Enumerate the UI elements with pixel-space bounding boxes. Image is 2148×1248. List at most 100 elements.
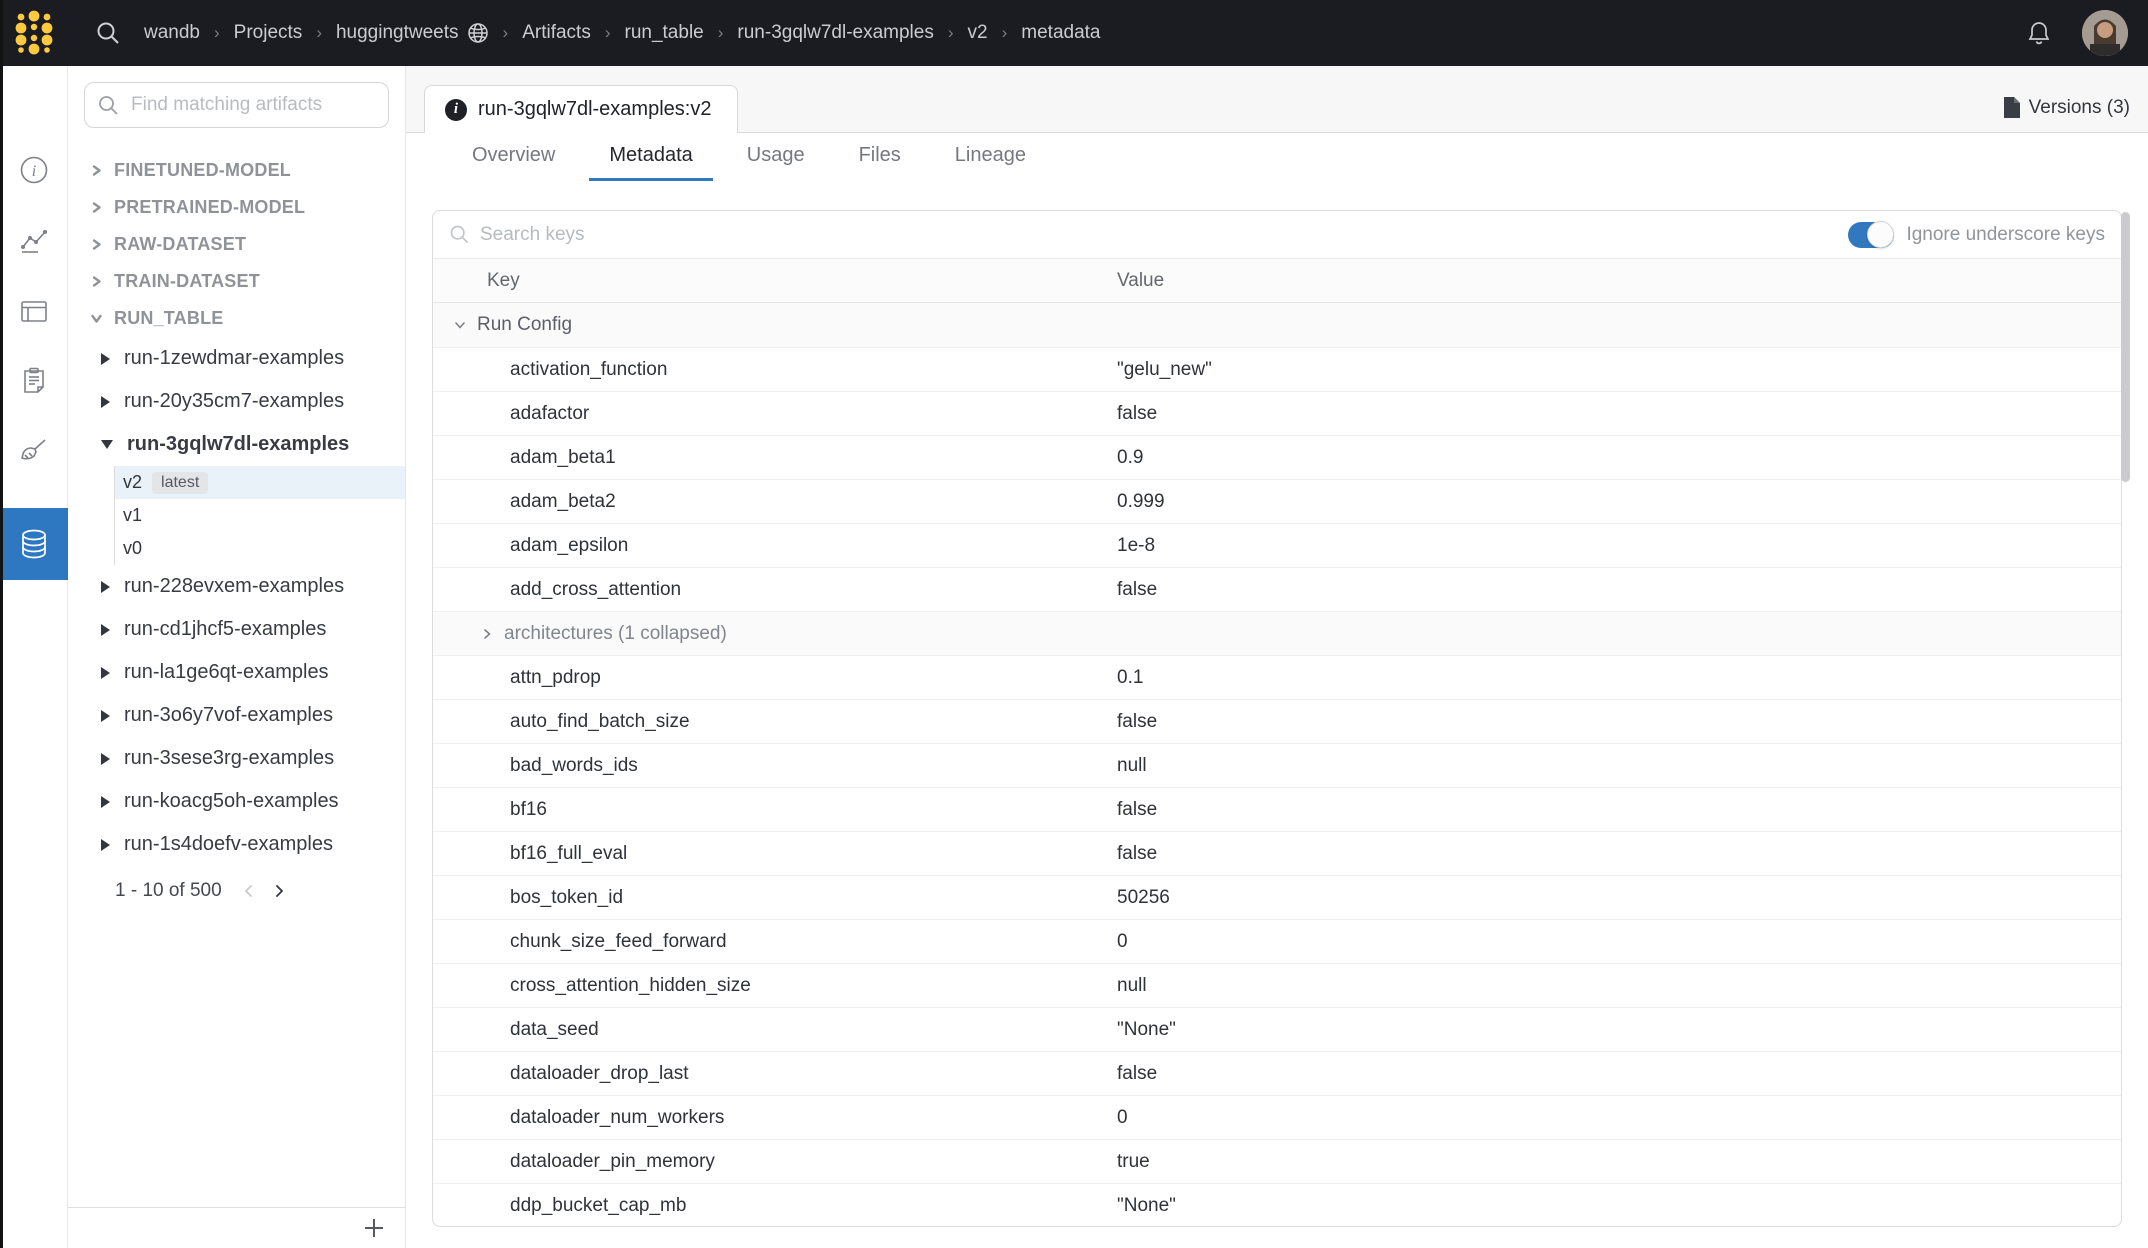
tab-overview[interactable]: Overview [452,133,575,181]
latest-badge: latest [152,472,208,494]
artifact-tab-label: run-3gqlw7dl-examples:v2 [478,98,711,121]
breadcrumb-item[interactable]: run_table [625,22,704,44]
user-avatar[interactable] [2082,10,2128,56]
breadcrumb-separator: › [605,23,611,43]
wandb-logo-icon[interactable] [0,0,68,66]
disclosure-triangle-icon [101,440,113,449]
sidebar-run-item[interactable]: run-1zewdmar-examples [68,337,405,380]
sidebar-category-pretrained-model[interactable]: PRETRAINED-MODEL [68,189,405,226]
metadata-panel: Ignore underscore keys Key Value Run Con… [432,210,2122,1227]
sidebar-footer [68,1207,405,1248]
version-item-v2[interactable]: v2 latest [115,466,405,499]
table-row: auto_find_batch_sizefalse [433,699,2121,743]
chevron-right-icon [90,164,103,177]
artifact-tree: FINETUNED-MODEL PRETRAINED-MODEL RAW-DAT… [68,144,405,1207]
sidebar-run-item[interactable]: run-3o6y7vof-examples [68,694,405,737]
scrollbar-thumb[interactable] [2121,212,2130,482]
tab-metadata[interactable]: Metadata [589,133,712,181]
table-group-row[interactable]: architectures (1 collapsed) [433,611,2121,655]
table-row: dataloader_pin_memorytrue [433,1139,2121,1183]
breadcrumb-separator: › [503,23,509,43]
pagination-prev-icon[interactable] [234,876,264,906]
search-icon [97,94,120,117]
chart-icon[interactable] [0,211,68,271]
artifact-search-input[interactable] [84,82,389,128]
breadcrumb-item[interactable]: Projects [234,22,303,44]
table-row: adafactorfalse [433,391,2121,435]
panel-grid-icon[interactable] [0,281,68,341]
version-list: v2 latest v1 v0 [114,466,405,565]
broom-icon[interactable] [0,421,68,481]
sidebar-category-raw-dataset[interactable]: RAW-DATASET [68,226,405,263]
table-header: Key Value [433,259,2121,303]
sidebar-category-finetuned-model[interactable]: FINETUNED-MODEL [68,152,405,189]
sidebar-run-item[interactable]: run-cd1jhcf5-examples [68,608,405,651]
versions-button[interactable]: Versions (3) [2003,66,2130,133]
toggle-knob [1867,221,1894,248]
artifact-detail-tabs: Overview Metadata Usage Files Lineage [406,133,2148,181]
left-icon-rail: i [0,66,68,1248]
artifact-version-tab[interactable]: i run-3gqlw7dl-examples:v2 [424,85,738,133]
disclosure-triangle-icon [101,796,110,808]
sidebar-run-item[interactable]: run-1s4doefv-examples [68,823,405,866]
table-row: bad_words_idsnull [433,743,2121,787]
sidebar-pagination: 1 - 10 of 500 [115,876,405,906]
pagination-label: 1 - 10 of 500 [115,880,222,902]
breadcrumb-item[interactable]: huggingtweets [336,22,489,44]
table-row: activation_function"gelu_new" [433,347,2121,391]
table-group-row[interactable]: Run Config [433,303,2121,347]
global-search-icon[interactable] [86,11,130,55]
tab-usage[interactable]: Usage [727,133,825,181]
version-item-v1[interactable]: v1 [115,499,405,532]
table-row: ddp_bucket_cap_mb"None" [433,1183,2121,1227]
disclosure-triangle-icon [101,667,110,679]
tab-files[interactable]: Files [839,133,921,181]
disclosure-triangle-icon [101,710,110,722]
notifications-bell-icon[interactable] [2022,16,2056,50]
toggle-switch[interactable] [1848,222,1894,248]
breadcrumb-item[interactable]: v2 [968,22,988,44]
breadcrumb-separator: › [214,23,220,43]
column-header-key: Key [433,270,1117,292]
disclosure-triangle-icon [101,839,110,851]
sidebar-category-run-table[interactable]: RUN_TABLE [68,300,405,337]
disclosure-triangle-icon [101,353,110,365]
chevron-right-icon [480,627,494,641]
breadcrumb-item[interactable]: wandb [144,22,200,44]
table-row: add_cross_attentionfalse [433,567,2121,611]
database-icon[interactable] [0,508,68,580]
chevron-right-icon [90,275,103,288]
chevron-right-icon [90,201,103,214]
breadcrumb-item[interactable]: run-3gqlw7dl-examples [737,22,933,44]
sidebar-run-item[interactable]: run-20y35cm7-examples [68,380,405,423]
disclosure-triangle-icon [101,624,110,636]
breadcrumb-separator: › [948,23,954,43]
pagination-next-icon[interactable] [264,876,294,906]
clipboard-icon[interactable] [0,351,68,411]
breadcrumb-item[interactable]: Artifacts [522,22,591,44]
table-row: cross_attention_hidden_sizenull [433,963,2121,1007]
sidebar-category-train-dataset[interactable]: TRAIN-DATASET [68,263,405,300]
table-row: dataloader_num_workers0 [433,1095,2121,1139]
sidebar-run-item[interactable]: run-228evxem-examples [68,565,405,608]
version-item-v0[interactable]: v0 [115,532,405,565]
table-row: dataloader_drop_lastfalse [433,1051,2121,1095]
toggle-label: Ignore underscore keys [1906,224,2105,246]
tab-lineage[interactable]: Lineage [935,133,1046,181]
sidebar-run-item-selected[interactable]: run-3gqlw7dl-examples [68,423,405,466]
sidebar-run-item[interactable]: run-koacg5oh-examples [68,780,405,823]
breadcrumb-separator: › [718,23,724,43]
metadata-search-input[interactable] [480,224,1848,246]
sidebar-run-item[interactable]: run-3sese3rg-examples [68,737,405,780]
breadcrumb: wandb › Projects › huggingtweets › Artif… [144,22,1101,44]
info-icon[interactable]: i [0,140,68,200]
breadcrumb-item[interactable]: metadata [1021,22,1100,44]
breadcrumb-separator: › [1002,23,1008,43]
globe-icon [467,22,489,44]
disclosure-triangle-icon [101,581,110,593]
ignore-underscore-toggle[interactable]: Ignore underscore keys [1848,222,2105,248]
add-artifact-plus-icon[interactable] [359,1213,389,1243]
chevron-down-icon [453,318,467,332]
artifacts-sidebar: FINETUNED-MODEL PRETRAINED-MODEL RAW-DAT… [68,66,406,1248]
sidebar-run-item[interactable]: run-la1ge6qt-examples [68,651,405,694]
